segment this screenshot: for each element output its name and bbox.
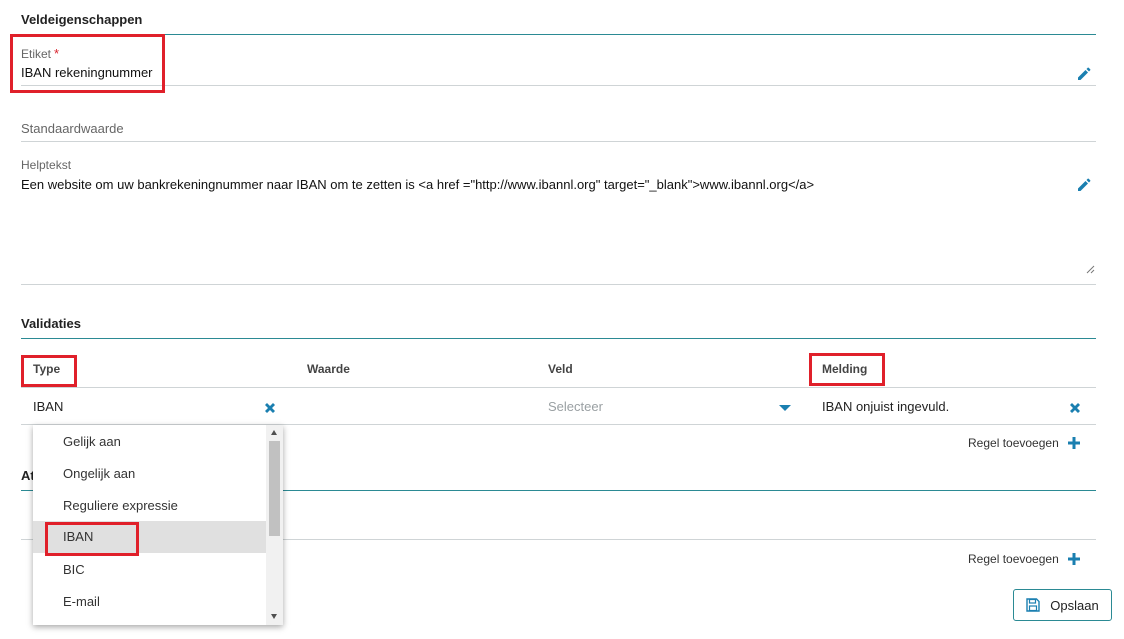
column-header-type: Type — [33, 362, 61, 376]
plus-icon — [1067, 437, 1080, 449]
scroll-up-arrow-icon[interactable] — [271, 430, 277, 435]
dropdown-option-selected[interactable]: IBAN — [33, 521, 266, 553]
default-value-field[interactable]: Standaardwaarde — [21, 121, 124, 136]
add-rule-label: Regel toevoegen — [968, 552, 1059, 566]
edit-pencil-icon[interactable] — [1076, 177, 1092, 193]
plus-icon — [1067, 553, 1080, 565]
dropdown-option[interactable]: BIC — [33, 554, 266, 586]
required-mark: * — [54, 46, 60, 61]
label-field-input[interactable]: IBAN rekeningnummer — [21, 65, 153, 80]
save-button[interactable]: Opslaan — [1013, 589, 1112, 621]
help-text-label: Helptekst — [21, 158, 72, 172]
textarea-resize-handle[interactable] — [1085, 264, 1095, 274]
save-button-label: Opslaan — [1050, 597, 1099, 613]
scrollbar-thumb[interactable] — [269, 441, 280, 536]
type-dropdown-list[interactable]: Gelijk aan Ongelijk aan Reguliere expres… — [33, 425, 283, 625]
add-rule-label: Regel toevoegen — [968, 436, 1059, 450]
column-header-field: Veld — [548, 362, 573, 376]
scroll-down-arrow-icon[interactable] — [271, 614, 277, 619]
section-title-properties: Veldeigenschappen — [21, 12, 143, 27]
column-header-value: Waarde — [307, 362, 350, 376]
label-field-label: Etiket * — [21, 46, 59, 61]
dropdown-option[interactable]: Reguliere expressie — [33, 490, 266, 522]
label-field-underline — [21, 85, 1096, 86]
edit-pencil-icon[interactable] — [1076, 66, 1092, 82]
label-field-label-text: Etiket — [21, 47, 52, 61]
floppy-disk-icon — [1026, 598, 1040, 612]
section-divider — [21, 34, 1096, 35]
dropdown-option[interactable]: Gelijk aan — [33, 426, 266, 458]
column-header-message: Melding — [822, 362, 868, 376]
section-divider — [21, 338, 1096, 339]
section-title-validations: Validaties — [21, 316, 81, 331]
dropdown-option[interactable]: E-mail — [33, 586, 266, 618]
add-rule-button[interactable]: Regel toevoegen — [968, 552, 1081, 566]
type-select[interactable]: IBAN — [33, 399, 63, 414]
dropdown-scrollbar[interactable] — [266, 425, 283, 625]
delete-rule-icon[interactable] — [1068, 401, 1082, 415]
message-input[interactable]: IBAN onjuist ingevuld. — [822, 399, 949, 414]
default-value-underline — [21, 141, 1096, 142]
chevron-down-icon[interactable] — [779, 405, 791, 411]
field-select[interactable]: Selecteer — [548, 399, 603, 414]
table-header-divider — [21, 387, 1096, 388]
add-rule-button[interactable]: Regel toevoegen — [968, 436, 1081, 450]
help-text-underline — [21, 284, 1096, 285]
help-text-textarea[interactable]: Een website om uw bankrekeningnummer naa… — [21, 177, 1061, 192]
clear-type-icon[interactable] — [263, 401, 277, 415]
dropdown-option[interactable]: Ongelijk aan — [33, 458, 266, 490]
field-properties-page: Veldeigenschappen Etiket * IBAN rekeningn… — [0, 0, 1124, 639]
